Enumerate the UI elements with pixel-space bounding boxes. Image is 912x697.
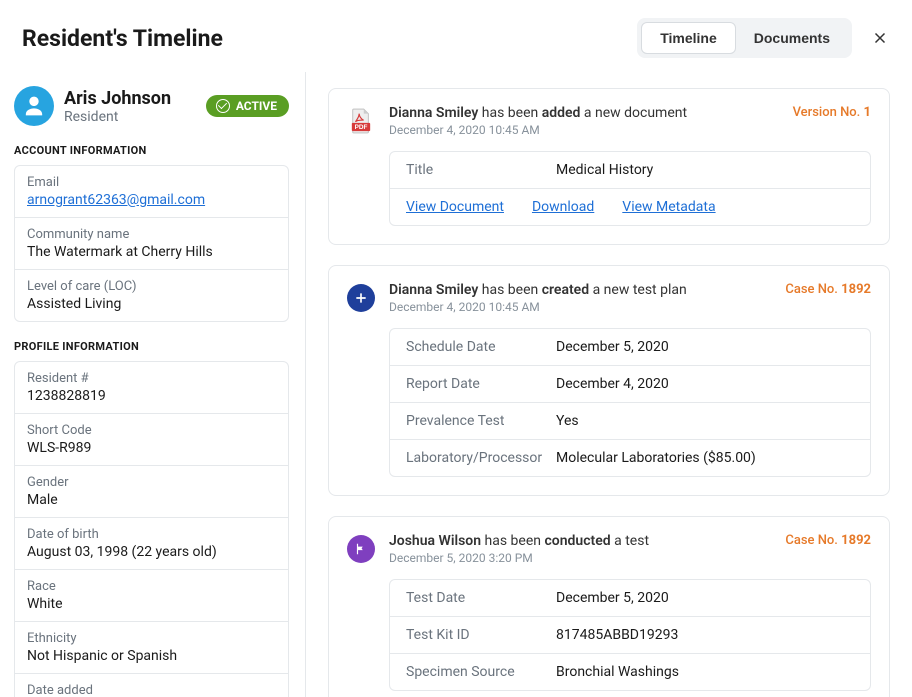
detail-value: 817485ABBD19293	[556, 627, 854, 643]
info-label: Date added	[27, 683, 276, 697]
detail-label: Prevalence Test	[406, 413, 556, 429]
timeline-event: PDF Dianna Smiley has been added a new do…	[328, 88, 890, 245]
info-value: Not Hispanic or Spanish	[27, 648, 276, 664]
info-row: Date of birth August 03, 1998 (22 years o…	[15, 518, 288, 570]
account-section-label: ACCOUNT INFORMATION	[14, 144, 289, 157]
info-label: Gender	[27, 475, 276, 490]
info-row: Ethnicity Not Hispanic or Spanish	[15, 622, 288, 674]
account-info-card: Email arnogrant62363@gmail.com Community n…	[14, 165, 289, 322]
detail-row: Laboratory/ProcessorMolecular Laboratori…	[390, 440, 870, 476]
info-label: Short Code	[27, 423, 276, 438]
profile-section-label: PROFILE INFORMATION	[14, 340, 289, 353]
info-label: Level of care (LOC)	[27, 279, 276, 294]
detail-row: Prevalence TestYes	[390, 403, 870, 440]
plus-icon	[347, 284, 375, 312]
detail-label: Report Date	[406, 376, 556, 392]
info-row: Resident # 1238828819	[15, 362, 288, 414]
detail-label: Schedule Date	[406, 339, 556, 355]
detail-row: Schedule DateDecember 5, 2020	[390, 329, 870, 366]
info-value: Male	[27, 492, 276, 508]
detail-value: Yes	[556, 413, 854, 429]
tab-toggle: Timeline Documents	[637, 18, 852, 58]
info-value: Assisted Living	[27, 296, 276, 312]
info-value: White	[27, 596, 276, 612]
status-text: ACTIVE	[236, 99, 277, 113]
detail-value: Molecular Laboratories ($85.00)	[556, 450, 854, 466]
detail-value: December 5, 2020	[556, 590, 854, 606]
info-label: Community name	[27, 227, 276, 242]
page-title: Resident's Timeline	[22, 25, 223, 52]
info-value: 1238828819	[27, 388, 276, 404]
resident-role: Resident	[64, 109, 171, 125]
event-reference: Case No. 1892	[785, 533, 871, 548]
profile-info-card: Resident # 1238828819 Short Code WLS-R989 Ge…	[14, 361, 289, 697]
detail-label: Test Date	[406, 590, 556, 606]
event-detail-table: TitleMedical History View Document Downloa…	[389, 151, 871, 226]
detail-label: Specimen Source	[406, 664, 556, 680]
event-detail-table: Test DateDecember 5, 2020Test Kit ID8174…	[389, 579, 871, 691]
detail-row: TitleMedical History	[390, 152, 870, 189]
page-header: Resident's Timeline Timeline Documents	[0, 0, 912, 72]
event-title: Dianna Smiley has been created a new tes…	[389, 282, 687, 298]
info-value: The Watermark at Cherry Hills	[27, 244, 276, 260]
avatar	[14, 86, 54, 126]
event-link[interactable]: View Document	[406, 199, 504, 215]
tab-timeline[interactable]: Timeline	[641, 22, 736, 54]
resident-name: Aris Johnson	[64, 88, 171, 109]
detail-value: December 4, 2020	[556, 376, 854, 392]
info-row: Gender Male	[15, 466, 288, 518]
detail-value: Medical History	[556, 162, 854, 178]
info-value: arnogrant62363@gmail.com	[27, 192, 276, 208]
info-row: Race White	[15, 570, 288, 622]
detail-value: Bronchial Washings	[556, 664, 854, 680]
event-timestamp: December 4, 2020 10:45 AM	[389, 123, 687, 137]
close-icon[interactable]	[870, 28, 890, 48]
event-reference: Case No. 1892	[785, 282, 871, 297]
detail-value: December 5, 2020	[556, 339, 854, 355]
info-value: August 03, 1998 (22 years old)	[27, 544, 276, 560]
info-label: Resident #	[27, 371, 276, 386]
header-controls: Timeline Documents	[637, 18, 890, 58]
event-link[interactable]: Download	[532, 199, 594, 215]
resident-sidebar: Aris Johnson Resident ACTIVE ACCOUNT INF…	[0, 72, 306, 697]
svg-text:PDF: PDF	[355, 124, 368, 131]
detail-label: Laboratory/Processor	[406, 450, 556, 466]
profile-header: Aris Johnson Resident ACTIVE	[14, 86, 289, 126]
pdf-icon: PDF	[347, 107, 375, 135]
info-row: Community name The Watermark at Cherry Hi…	[15, 218, 288, 270]
info-row: Date addedDecember 04, 2020	[15, 674, 288, 697]
info-label: Ethnicity	[27, 631, 276, 646]
check-icon	[216, 99, 230, 113]
event-timestamp: December 4, 2020 10:45 AM	[389, 300, 687, 314]
detail-label: Test Kit ID	[406, 627, 556, 643]
info-value: WLS-R989	[27, 440, 276, 456]
info-row: Level of care (LOC) Assisted Living	[15, 270, 288, 321]
detail-row: Test Kit ID817485ABBD19293	[390, 617, 870, 654]
flag-icon	[347, 535, 375, 563]
info-label: Date of birth	[27, 527, 276, 542]
timeline-event: Dianna Smiley has been created a new tes…	[328, 265, 890, 496]
email-link[interactable]: arnogrant62363@gmail.com	[27, 192, 205, 208]
event-links: View Document Download View Metadata	[390, 189, 870, 225]
event-detail-table: Schedule DateDecember 5, 2020Report Date…	[389, 328, 871, 477]
timeline-event: Joshua Wilson has been conducted a test D…	[328, 516, 890, 697]
event-link[interactable]: View Metadata	[622, 199, 715, 215]
info-row: Short Code WLS-R989	[15, 414, 288, 466]
timeline-main: PDF Dianna Smiley has been added a new do…	[306, 72, 912, 697]
detail-label: Title	[406, 162, 556, 178]
event-reference: Version No. 1	[793, 105, 871, 120]
tab-documents[interactable]: Documents	[736, 22, 848, 54]
event-timestamp: December 5, 2020 3:20 PM	[389, 551, 649, 565]
event-title: Dianna Smiley has been added a new docum…	[389, 105, 687, 121]
event-title: Joshua Wilson has been conducted a test	[389, 533, 649, 549]
status-badge: ACTIVE	[206, 95, 289, 117]
detail-row: Test DateDecember 5, 2020	[390, 580, 870, 617]
info-label: Race	[27, 579, 276, 594]
info-label: Email	[27, 175, 276, 190]
info-row: Email arnogrant62363@gmail.com	[15, 166, 288, 218]
detail-row: Report DateDecember 4, 2020	[390, 366, 870, 403]
